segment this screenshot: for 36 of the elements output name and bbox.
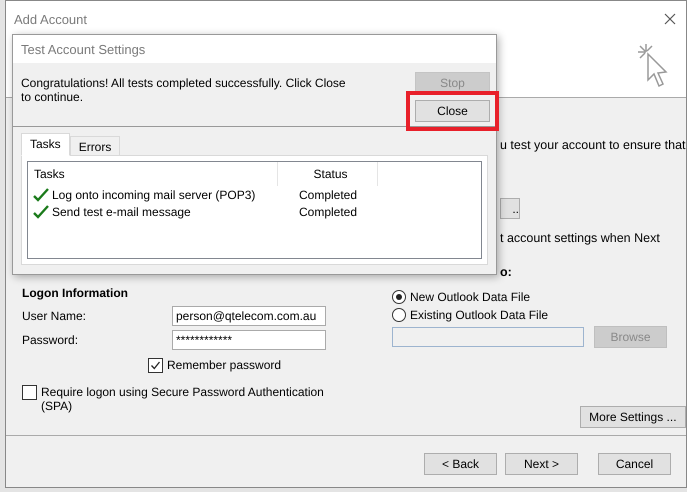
radio-label: Existing Outlook Data File	[410, 308, 548, 322]
window-title: Add Account	[14, 12, 87, 26]
task-status: Completed	[298, 188, 358, 202]
tab[interactable]: Errors	[70, 136, 120, 156]
partial-heading: o:	[500, 265, 513, 279]
dialog-title: Test Account Settings	[21, 42, 146, 56]
checkbox-label: Require logon using Secure Password Authentication (SPA)	[41, 385, 325, 413]
checkbox[interactable]	[148, 358, 163, 373]
radio-button[interactable]	[392, 290, 406, 304]
task-name: Log onto incoming mail server (POP3)	[52, 188, 256, 202]
close-icon[interactable]	[664, 13, 676, 25]
footer-button[interactable]: < Back	[424, 452, 497, 474]
password-field[interactable]: ************	[172, 330, 326, 350]
column-header[interactable]: Status	[278, 162, 378, 186]
partial-text: t account settings when Next	[500, 231, 661, 245]
column-header[interactable]: Tasks	[28, 162, 278, 186]
field-label: Password:	[22, 333, 80, 347]
task-name: Send test e-mail message	[52, 204, 191, 218]
radio-button[interactable]	[392, 308, 406, 322]
checkbox[interactable]	[22, 385, 37, 400]
field-label: User Name:	[22, 309, 88, 323]
data-file-path-field[interactable]	[392, 327, 584, 347]
user-name-field[interactable]: person@qtelecom.com.au	[172, 306, 326, 326]
radio-label: New Outlook Data File	[410, 290, 530, 304]
footer-button[interactable]: Next >	[505, 452, 578, 474]
checkmark-icon	[150, 360, 161, 371]
partial-text: u test your account to ensure that	[500, 138, 686, 152]
task-status: Completed	[298, 204, 358, 218]
dialog-button[interactable]: Close	[415, 100, 490, 122]
section-heading: Logon Information	[22, 286, 129, 300]
footer-button[interactable]: Cancel	[598, 452, 671, 474]
more-settings-button[interactable]: More Settings ...	[580, 406, 686, 428]
tab[interactable]: Tasks	[21, 133, 70, 156]
checkbox-label: Remember password	[167, 358, 282, 372]
partial-button[interactable]: ..	[500, 198, 520, 219]
status-message: Congratulations! All tests completed successfully. Click Close to continue.	[21, 76, 347, 106]
